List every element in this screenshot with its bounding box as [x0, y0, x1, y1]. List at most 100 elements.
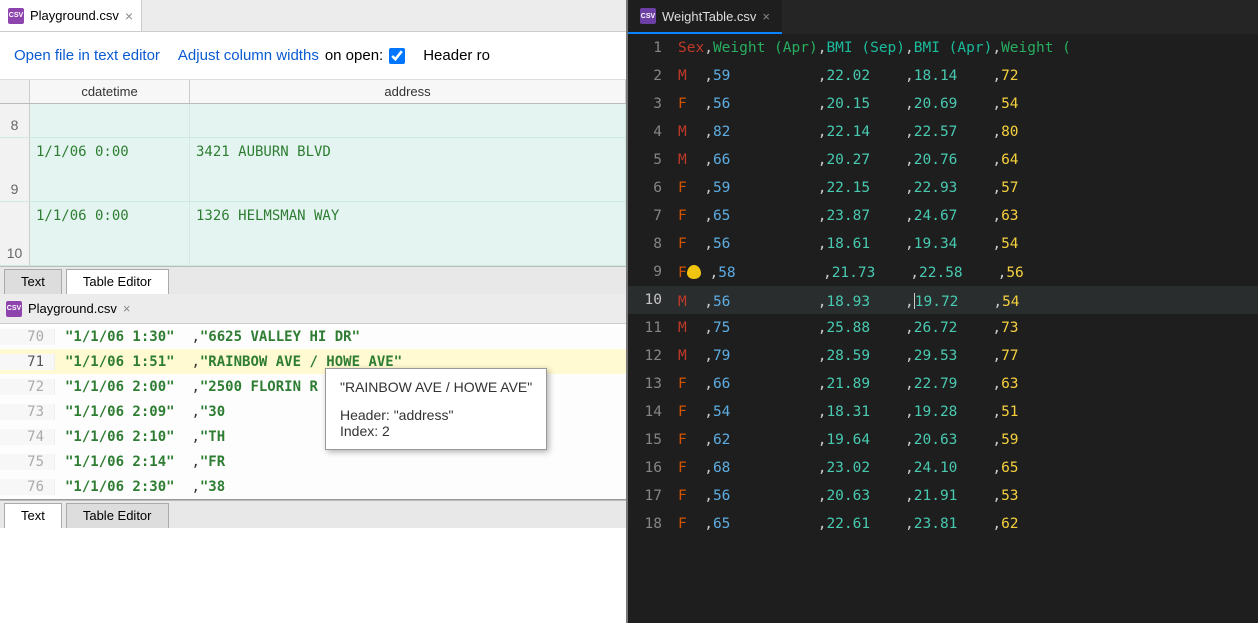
- table-header-row: cdatetime address: [0, 80, 626, 104]
- line-number: 76: [0, 479, 55, 495]
- adjust-widths-link[interactable]: Adjust column widths: [178, 47, 319, 64]
- line-content[interactable]: F ,54 ,18.31 ,19.28 ,51: [678, 404, 1019, 420]
- csv-file-icon: CSV: [640, 8, 656, 24]
- line-number: 17: [628, 488, 678, 504]
- code-line[interactable]: 12M ,79 ,28.59 ,29.53 ,77: [628, 342, 1258, 370]
- line-number: 70: [0, 329, 55, 345]
- code-line[interactable]: 1Sex,Weight (Apr),BMI (Sep),BMI (Apr),We…: [628, 34, 1258, 62]
- cell-address[interactable]: [190, 104, 626, 137]
- cell-date[interactable]: 1/1/06 0:00: [30, 202, 190, 265]
- line-content[interactable]: Sex,Weight (Apr),BMI (Sep),BMI (Apr),Wei…: [678, 40, 1071, 56]
- line-content[interactable]: "1/1/06 1:30" ,"6625 VALLEY HI DR": [55, 329, 360, 345]
- cell-address[interactable]: 3421 AUBURN BLVD: [190, 138, 626, 201]
- tab-table-editor[interactable]: Table Editor: [66, 503, 169, 528]
- code-line[interactable]: 15F ,62 ,19.64 ,20.63 ,59: [628, 426, 1258, 454]
- close-icon[interactable]: ×: [123, 301, 131, 316]
- code-line[interactable]: 5M ,66 ,20.27 ,20.76 ,64: [628, 146, 1258, 174]
- code-line[interactable]: 2M ,59 ,22.02 ,18.14 ,72: [628, 62, 1258, 90]
- tab-weighttable-csv[interactable]: CSV WeightTable.csv ×: [628, 0, 782, 34]
- line-content[interactable]: M ,66 ,20.27 ,20.76 ,64: [678, 152, 1019, 168]
- on-open-label: on open:: [325, 47, 383, 64]
- tooltip-index: Index: 2: [340, 423, 532, 439]
- table-row[interactable]: 10 1/1/06 0:00 1326 HELMSMAN WAY: [0, 202, 626, 266]
- left-pane: CSV Playground.csv × Open file in text e…: [0, 0, 628, 623]
- line-number: 18: [628, 516, 678, 532]
- line-content[interactable]: M ,59 ,22.02 ,18.14 ,72: [678, 68, 1019, 84]
- cell-address[interactable]: 1326 HELMSMAN WAY: [190, 202, 626, 265]
- table-row[interactable]: 8: [0, 104, 626, 138]
- line-number: 12: [628, 348, 678, 364]
- line-content[interactable]: M ,82 ,22.14 ,22.57 ,80: [678, 124, 1019, 140]
- line-content[interactable]: "1/1/06 2:14" ,"FR: [55, 454, 225, 470]
- csv-file-icon: CSV: [6, 301, 22, 317]
- line-number: 1: [628, 40, 678, 56]
- code-line[interactable]: 11M ,75 ,25.88 ,26.72 ,73: [628, 314, 1258, 342]
- line-content[interactable]: F ,56 ,20.63 ,21.91 ,53: [678, 488, 1019, 504]
- line-content[interactable]: "1/1/06 2:10" ,"TH: [55, 429, 225, 445]
- code-line[interactable]: 17F ,56 ,20.63 ,21.91 ,53: [628, 482, 1258, 510]
- close-icon[interactable]: ×: [762, 9, 770, 24]
- table-body: 8 9 1/1/06 0:00 3421 AUBURN BLVD 10 1/1/…: [0, 104, 626, 266]
- line-number: 3: [628, 96, 678, 112]
- text-view[interactable]: 70"1/1/06 1:30" ,"6625 VALLEY HI DR"71"1…: [0, 324, 626, 499]
- csv-file-icon: CSV: [8, 8, 24, 24]
- line-content[interactable]: F ,65 ,23.87 ,24.67 ,63: [678, 208, 1019, 224]
- line-content[interactable]: M ,79 ,28.59 ,29.53 ,77: [678, 348, 1019, 364]
- row-number: 8: [0, 104, 30, 137]
- code-line[interactable]: 18F ,65 ,22.61 ,23.81 ,62: [628, 510, 1258, 538]
- code-line[interactable]: 6F ,59 ,22.15 ,22.93 ,57: [628, 174, 1258, 202]
- line-content[interactable]: F ,66 ,21.89 ,22.79 ,63: [678, 376, 1019, 392]
- line-content[interactable]: F ,56 ,20.15 ,20.69 ,54: [678, 96, 1019, 112]
- table-row[interactable]: 9 1/1/06 0:00 3421 AUBURN BLVD: [0, 138, 626, 202]
- line-number: 7: [628, 208, 678, 224]
- tab-label: Playground.csv: [30, 8, 119, 23]
- line-content[interactable]: F ,68 ,23.02 ,24.10 ,65: [678, 460, 1019, 476]
- line-content[interactable]: M ,56 ,18.93 ,19.72 ,54: [678, 290, 1020, 310]
- tab-playground-csv[interactable]: CSV Playground.csv ×: [0, 0, 142, 31]
- line-content[interactable]: F ,58 ,21.73 ,22.58 ,56: [678, 263, 1024, 281]
- line-content[interactable]: M ,75 ,25.88 ,26.72 ,73: [678, 320, 1019, 336]
- column-header-address[interactable]: address: [190, 80, 626, 103]
- line-content[interactable]: F ,62 ,19.64 ,20.63 ,59: [678, 432, 1019, 448]
- line-number: 15: [628, 432, 678, 448]
- line-content[interactable]: "1/1/06 2:09" ,"30: [55, 404, 225, 420]
- line-content[interactable]: "1/1/06 2:00" ,"2500 FLORIN R: [55, 379, 318, 395]
- hover-tooltip: "RAINBOW AVE / HOWE AVE"Header: "address…: [325, 368, 547, 450]
- lightbulb-icon[interactable]: [687, 265, 701, 279]
- cell-date[interactable]: [30, 104, 190, 137]
- column-header-cdatetime[interactable]: cdatetime: [30, 80, 190, 103]
- tab-text[interactable]: Text: [4, 503, 62, 528]
- tab-text[interactable]: Text: [4, 269, 62, 294]
- line-number: 11: [628, 320, 678, 336]
- code-line[interactable]: 8F ,56 ,18.61 ,19.34 ,54: [628, 230, 1258, 258]
- line-number: 72: [0, 379, 55, 395]
- open-text-editor-link[interactable]: Open file in text editor: [14, 47, 160, 64]
- line-number: 73: [0, 404, 55, 420]
- line-number: 16: [628, 460, 678, 476]
- code-line[interactable]: 7F ,65 ,23.87 ,24.67 ,63: [628, 202, 1258, 230]
- code-line[interactable]: 14F ,54 ,18.31 ,19.28 ,51: [628, 398, 1258, 426]
- header-row-label: Header ro: [423, 47, 490, 64]
- cell-date[interactable]: 1/1/06 0:00: [30, 138, 190, 201]
- tab-table-editor[interactable]: Table Editor: [66, 269, 169, 294]
- code-line[interactable]: 3F ,56 ,20.15 ,20.69 ,54: [628, 90, 1258, 118]
- line-content[interactable]: F ,56 ,18.61 ,19.34 ,54: [678, 236, 1019, 252]
- line-content[interactable]: "1/1/06 2:30" ,"38: [55, 479, 225, 495]
- line-number: 71: [0, 354, 55, 370]
- code-line[interactable]: 16F ,68 ,23.02 ,24.10 ,65: [628, 454, 1258, 482]
- code-line[interactable]: 10M ,56 ,18.93 ,19.72 ,54: [628, 286, 1258, 314]
- code-line[interactable]: 4M ,82 ,22.14 ,22.57 ,80: [628, 118, 1258, 146]
- code-line[interactable]: 13F ,66 ,21.89 ,22.79 ,63: [628, 370, 1258, 398]
- on-open-checkbox[interactable]: [389, 48, 405, 64]
- line-content[interactable]: F ,65 ,22.61 ,23.81 ,62: [678, 516, 1019, 532]
- dark-code-body[interactable]: 1Sex,Weight (Apr),BMI (Sep),BMI (Apr),We…: [628, 34, 1258, 623]
- line-content[interactable]: F ,59 ,22.15 ,22.93 ,57: [678, 180, 1019, 196]
- text-line[interactable]: 75"1/1/06 2:14" ,"FR: [0, 449, 626, 474]
- text-line[interactable]: 70"1/1/06 1:30" ,"6625 VALLEY HI DR": [0, 324, 626, 349]
- close-icon[interactable]: ×: [125, 8, 133, 24]
- code-line[interactable]: 9F ,58 ,21.73 ,22.58 ,56: [628, 258, 1258, 286]
- text-line[interactable]: 76"1/1/06 2:30" ,"38: [0, 474, 626, 499]
- csv-editor-toolbar: Open file in text editor Adjust column w…: [0, 32, 626, 80]
- line-number: 75: [0, 454, 55, 470]
- line-number: 74: [0, 429, 55, 445]
